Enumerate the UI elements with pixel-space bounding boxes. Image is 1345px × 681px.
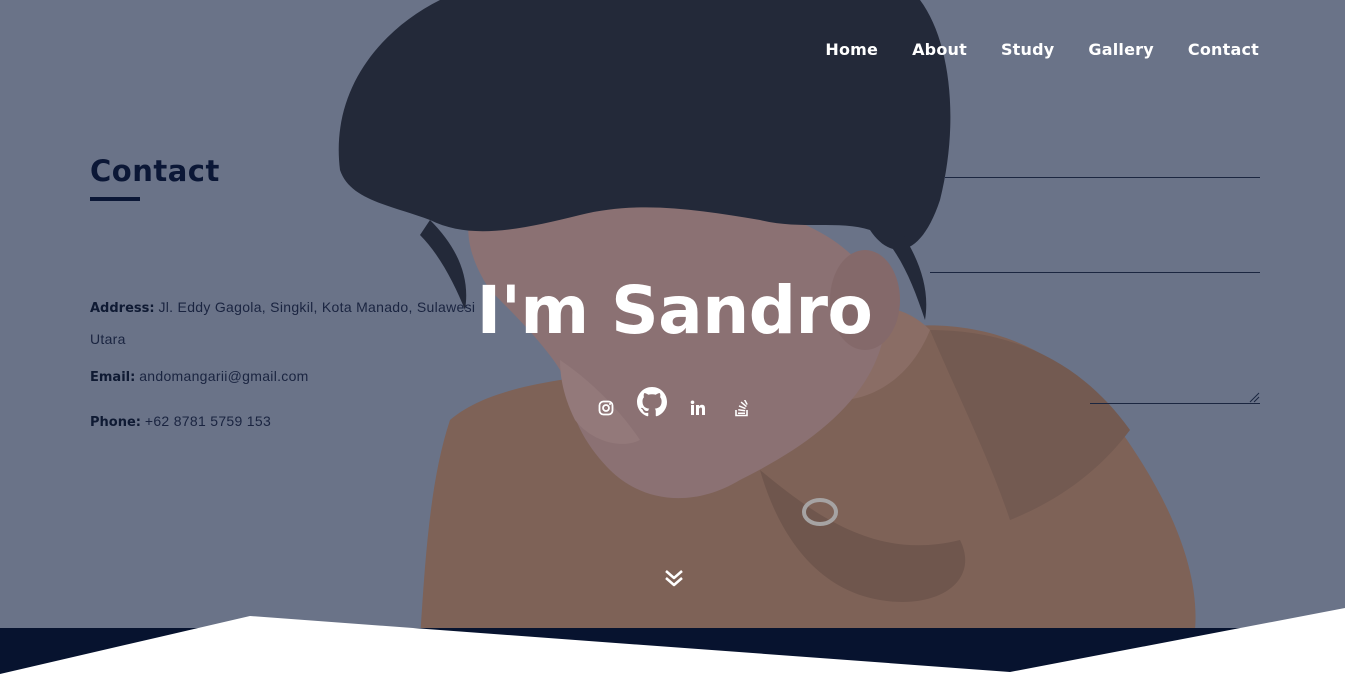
section-divider-wave <box>0 608 1345 681</box>
linkedin-icon[interactable] <box>690 400 706 416</box>
hero-title: I'm Sandro <box>0 272 1345 349</box>
instagram-icon[interactable] <box>598 400 614 416</box>
phone-value: +62 8781 5759 153 <box>144 413 272 429</box>
name-input-underline[interactable] <box>945 177 1260 178</box>
nav-gallery[interactable]: Gallery <box>1088 40 1153 59</box>
phone-label: Phone: <box>90 415 141 430</box>
email-value: andomangarii@gmail.com <box>139 368 309 384</box>
nav-contact[interactable]: Contact <box>1188 40 1259 59</box>
textarea-resize-handle[interactable] <box>1248 391 1260 403</box>
email-info: Email: andomangarii@gmail.com <box>90 368 309 385</box>
contact-section-title: Contact <box>90 154 220 188</box>
stackoverflow-icon[interactable] <box>734 400 750 417</box>
email-label: Email: <box>90 370 136 385</box>
phone-info: Phone: +62 8781 5759 153 <box>90 413 271 430</box>
hero-title-text: I'm Sandro <box>476 272 873 349</box>
github-icon[interactable] <box>637 387 667 417</box>
nav-home[interactable]: Home <box>825 40 878 59</box>
nav-about[interactable]: About <box>912 40 967 59</box>
title-underline <box>90 197 140 201</box>
double-chevron-down-icon[interactable] <box>662 568 686 588</box>
message-textarea-underline[interactable] <box>1090 403 1260 404</box>
social-links <box>596 385 756 425</box>
nav-study[interactable]: Study <box>1001 40 1054 59</box>
main-nav: Home About Study Gallery Contact <box>825 40 1259 59</box>
